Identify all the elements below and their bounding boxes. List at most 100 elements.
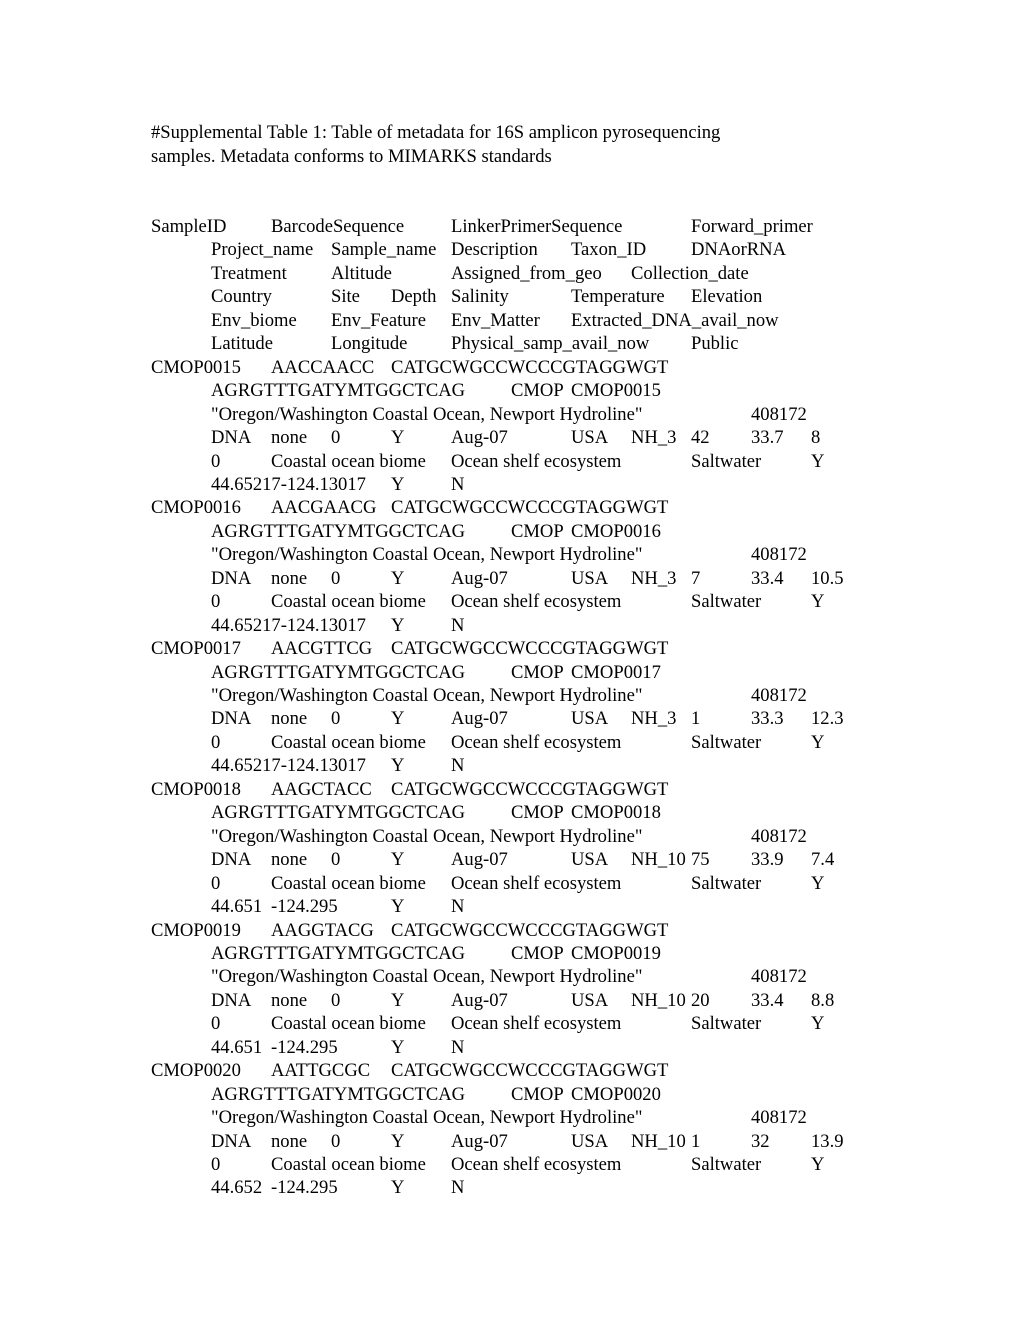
cell-elevation: 0: [211, 450, 221, 472]
cell-collection-date: Aug-07: [451, 567, 508, 589]
cell-treatment: none: [271, 1130, 308, 1152]
column-header-salinity: Salinity: [451, 286, 509, 308]
cell-altitude: 0: [331, 427, 341, 449]
cell-dnaorrna: DNA: [211, 427, 252, 449]
cell-project-name: CMOP: [511, 520, 564, 542]
column-header-env-matter: Env_Matter: [451, 309, 540, 331]
cell-env-feature: Ocean shelf ecosystem: [451, 1154, 622, 1175]
cell-latitude: 44.651: [211, 896, 263, 918]
cell-env-biome: Coastal ocean biome: [271, 591, 426, 613]
cell-forward-primer: AGRGTTTGATYMTGGCTCAG: [211, 802, 466, 824]
cell-physical-samp-avail-now: Y: [391, 755, 405, 777]
cell-description: "Oregon/Washington Coastal Ocean, Newpor…: [211, 403, 643, 425]
cell-assigned-from-geo: Y: [391, 567, 405, 589]
cell-longitude: -124.295: [271, 896, 338, 918]
cell-env-matter: Saltwater: [691, 1013, 762, 1035]
cell-linkerprimersequence: CATGCWGCCWCCCGTAGGWGT: [391, 356, 669, 378]
column-header-project-name: Project_name: [211, 239, 314, 261]
cell-elevation: 0: [211, 1154, 221, 1175]
column-header-collection-date: Collection_date: [631, 262, 749, 284]
cell-description: "Oregon/Washington Coastal Ocean, Newpor…: [211, 685, 643, 706]
caption-line-2: samples. Metadata conforms to MIMARKS st…: [151, 145, 552, 167]
column-header-linkerprimersequence: LinkerPrimerSequence: [451, 216, 623, 237]
cell-dnaorrna: DNA: [211, 1130, 252, 1152]
column-header-physical-samp-avail-now: Physical_samp_avail_now: [451, 333, 650, 355]
cell-description: "Oregon/Washington Coastal Ocean, Newpor…: [211, 1107, 643, 1129]
cell-env-feature: Ocean shelf ecosystem: [451, 872, 622, 894]
cell-extracted-dna-avail-now: Y: [811, 450, 825, 472]
cell-latitude: 44.65217: [211, 755, 281, 777]
cell-env-biome: Coastal ocean biome: [271, 1013, 426, 1035]
cell-forward-primer: AGRGTTTGATYMTGGCTCAG: [211, 942, 466, 964]
column-header-sample-name: Sample_name: [331, 239, 437, 261]
cell-taxon-id: 408172: [751, 1107, 807, 1129]
cell-temperature: 7.4: [811, 849, 835, 871]
column-header-forward-primer: Forward_primer: [691, 216, 813, 237]
caption-line-1: #Supplemental Table 1: Table of metadata…: [151, 122, 721, 143]
cell-sampleid: CMOP0019: [151, 919, 241, 941]
cell-project-name: CMOP: [511, 942, 564, 964]
cell-latitude: 44.652: [211, 1177, 263, 1199]
cell-extracted-dna-avail-now: Y: [811, 1013, 825, 1035]
cell-salinity: 33.7: [751, 427, 784, 449]
cell-country: USA: [571, 1130, 609, 1152]
cell-latitude: 44.651: [211, 1036, 263, 1058]
cell-salinity: 32: [751, 1130, 770, 1152]
cell-salinity: 33.4: [751, 989, 784, 1011]
column-header-site: Site: [331, 286, 360, 308]
column-header-public: Public: [691, 333, 739, 355]
column-header-description: Description: [451, 239, 538, 261]
cell-longitude: -124.13017: [280, 755, 366, 777]
cell-env-matter: Saltwater: [691, 591, 762, 613]
cell-taxon-id: 408172: [751, 403, 807, 425]
cell-taxon-id: 408172: [751, 825, 807, 847]
column-header-extracted-dna-avail-now: Extracted_DNA_avail_now: [571, 309, 779, 331]
cell-depth: 1: [691, 1130, 701, 1152]
cell-public: N: [451, 755, 465, 777]
cell-extracted-dna-avail-now: Y: [811, 731, 825, 753]
cell-description: "Oregon/Washington Coastal Ocean, Newpor…: [211, 966, 643, 988]
cell-sampleid: CMOP0017: [151, 638, 241, 660]
cell-longitude: -124.13017: [280, 473, 366, 495]
cell-altitude: 0: [331, 708, 341, 730]
cell-project-name: CMOP: [511, 802, 564, 824]
cell-temperature: 13.9: [811, 1130, 844, 1152]
cell-salinity: 33.3: [751, 708, 784, 730]
cell-site: NH_3: [631, 567, 677, 589]
column-header-elevation: Elevation: [691, 286, 763, 308]
cell-taxon-id: 408172: [751, 544, 807, 566]
cell-linkerprimersequence: CATGCWGCCWCCCGTAGGWGT: [391, 497, 669, 519]
cell-dnaorrna: DNA: [211, 849, 252, 871]
cell-description: "Oregon/Washington Coastal Ocean, Newpor…: [211, 825, 643, 847]
cell-physical-samp-avail-now: Y: [391, 473, 405, 495]
column-header-latitude: Latitude: [211, 333, 273, 355]
column-header-altitude: Altitude: [331, 262, 392, 284]
cell-depth: 7: [691, 567, 701, 589]
column-header-temperature: Temperature: [571, 286, 665, 308]
cell-env-matter: Saltwater: [691, 731, 762, 753]
cell-site: NH_10: [631, 1130, 686, 1152]
cell-temperature: 10.5: [811, 567, 844, 589]
cell-env-feature: Ocean shelf ecosystem: [451, 731, 622, 753]
cell-taxon-id: 408172: [751, 685, 807, 706]
cell-sampleid: CMOP0016: [151, 497, 241, 519]
cell-public: N: [451, 1036, 465, 1058]
cell-env-biome: Coastal ocean biome: [271, 731, 426, 753]
cell-barcodesequence: AATTGCGC: [271, 1060, 371, 1082]
cell-env-biome: Coastal ocean biome: [271, 872, 426, 894]
cell-collection-date: Aug-07: [451, 708, 508, 730]
cell-forward-primer: AGRGTTTGATYMTGGCTCAG: [211, 1083, 466, 1105]
cell-dnaorrna: DNA: [211, 708, 252, 730]
cell-site: NH_3: [631, 427, 677, 449]
cell-collection-date: Aug-07: [451, 849, 508, 871]
column-header-sampleid: SampleID: [151, 216, 227, 237]
cell-sample-name: CMOP0018: [571, 802, 661, 824]
cell-barcodesequence: AACGTTCG: [271, 638, 373, 660]
cell-physical-samp-avail-now: Y: [391, 1177, 405, 1199]
cell-longitude: -124.295: [271, 1177, 338, 1199]
cell-sample-name: CMOP0019: [571, 942, 661, 964]
cell-salinity: 33.4: [751, 567, 784, 589]
cell-physical-samp-avail-now: Y: [391, 1036, 405, 1058]
cell-depth: 42: [691, 427, 710, 449]
cell-temperature: 12.3: [811, 708, 844, 730]
